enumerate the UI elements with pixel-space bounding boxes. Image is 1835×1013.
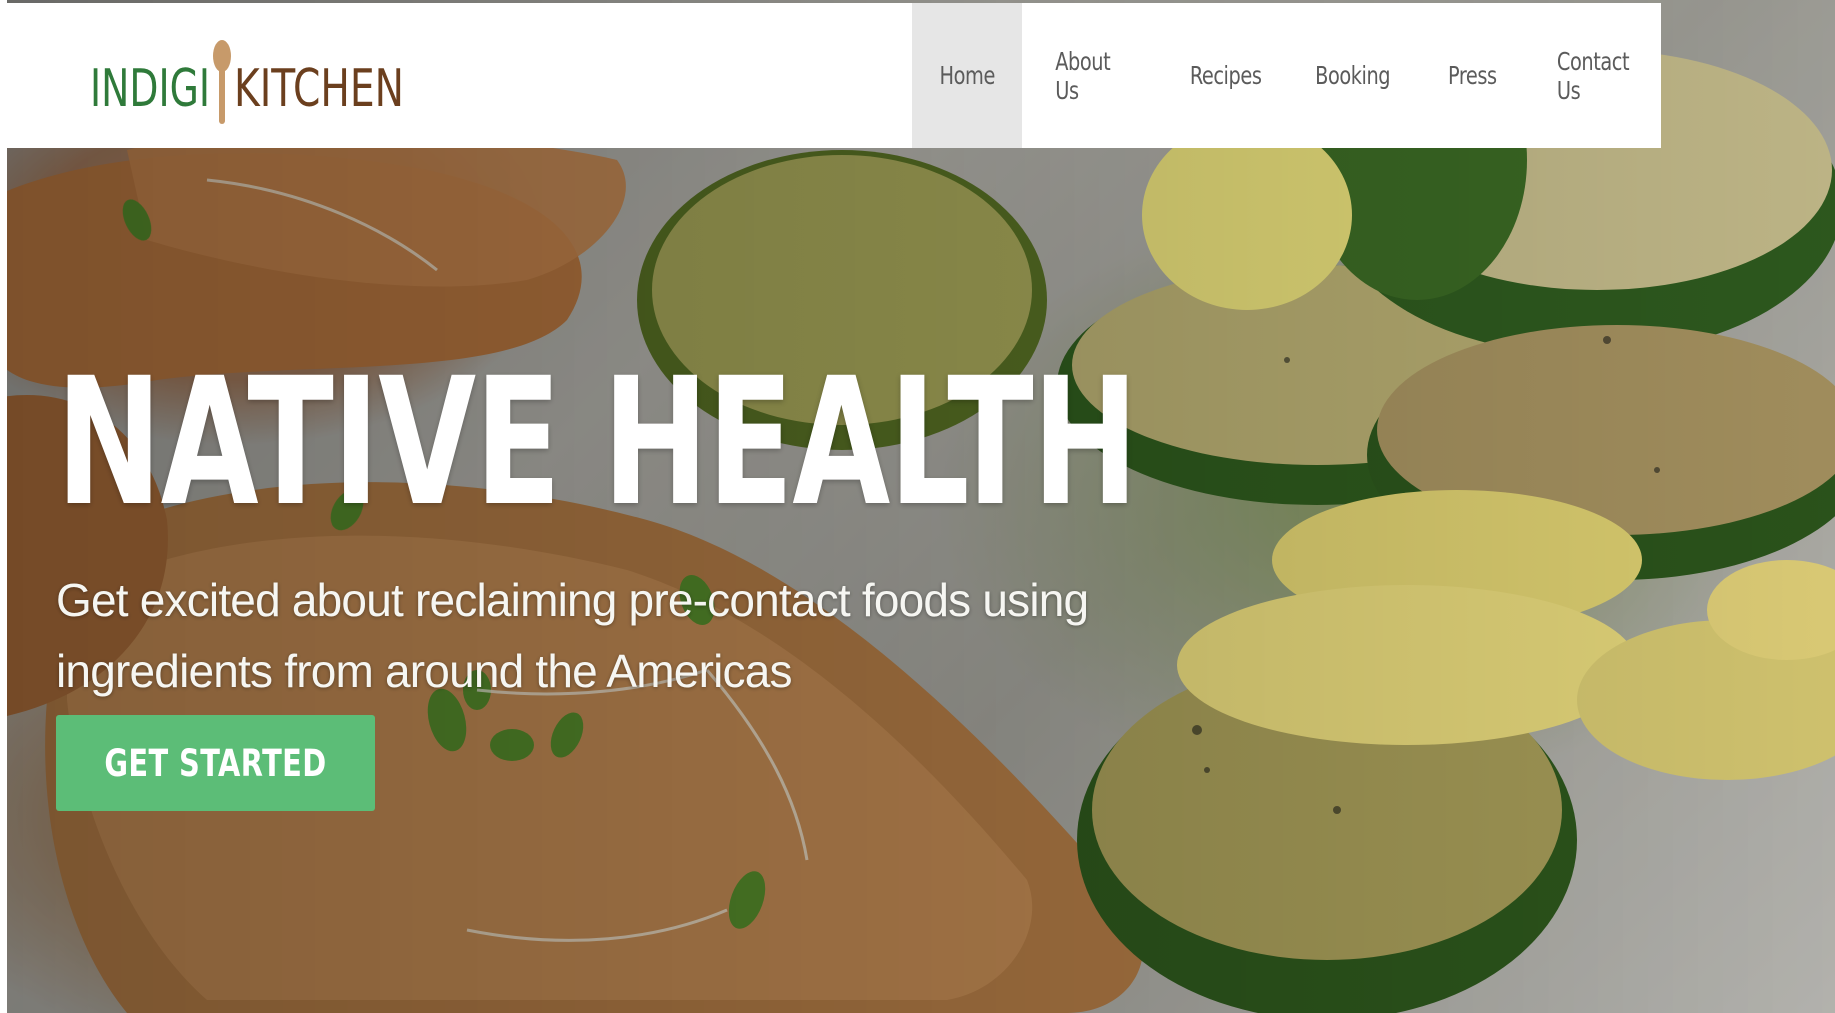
wooden-spoon-icon [213, 39, 231, 124]
nav-link-booking[interactable]: Booking [1292, 61, 1413, 90]
nav-item-press[interactable]: Press [1419, 3, 1525, 148]
hero-subtitle: Get excited about reclaiming pre-contact… [56, 574, 1089, 697]
nav-item-home[interactable]: Home [912, 3, 1022, 148]
nav-item-contact-us[interactable]: Contact Us [1525, 3, 1661, 148]
nav-link-press[interactable]: Press [1424, 61, 1519, 90]
site-header: INDIGI KITCHEN Home About Us Recipes Boo… [7, 3, 1661, 148]
nav-item-booking[interactable]: Booking [1287, 3, 1419, 148]
nav-link-contact-us[interactable]: Contact Us [1534, 47, 1653, 105]
hero-title: NATIVE HEALTH [56, 340, 1138, 545]
nav-link-recipes[interactable]: Recipes [1167, 61, 1285, 90]
main-nav: Home About Us Recipes Booking Press Cont… [912, 3, 1661, 148]
get-started-label: GET STARTED [104, 741, 327, 785]
get-started-button[interactable]: GET STARTED [56, 715, 375, 811]
hero-content: NATIVE HEALTH Get excited about reclaimi… [56, 355, 1256, 707]
site-logo[interactable]: INDIGI KITCHEN [82, 26, 412, 126]
logo-graphic: INDIGI KITCHEN [90, 39, 404, 124]
nav-item-recipes[interactable]: Recipes [1165, 3, 1287, 148]
logo-text-kitchen: KITCHEN [234, 59, 404, 119]
logo-text-indigi: INDIGI [90, 59, 210, 119]
page: INDIGI KITCHEN Home About Us Recipes Boo… [0, 0, 1835, 1013]
nav-item-about-us[interactable]: About Us [1022, 3, 1165, 148]
nav-link-about-us[interactable]: About Us [1032, 47, 1155, 105]
nav-link-home[interactable]: Home [916, 61, 1018, 90]
